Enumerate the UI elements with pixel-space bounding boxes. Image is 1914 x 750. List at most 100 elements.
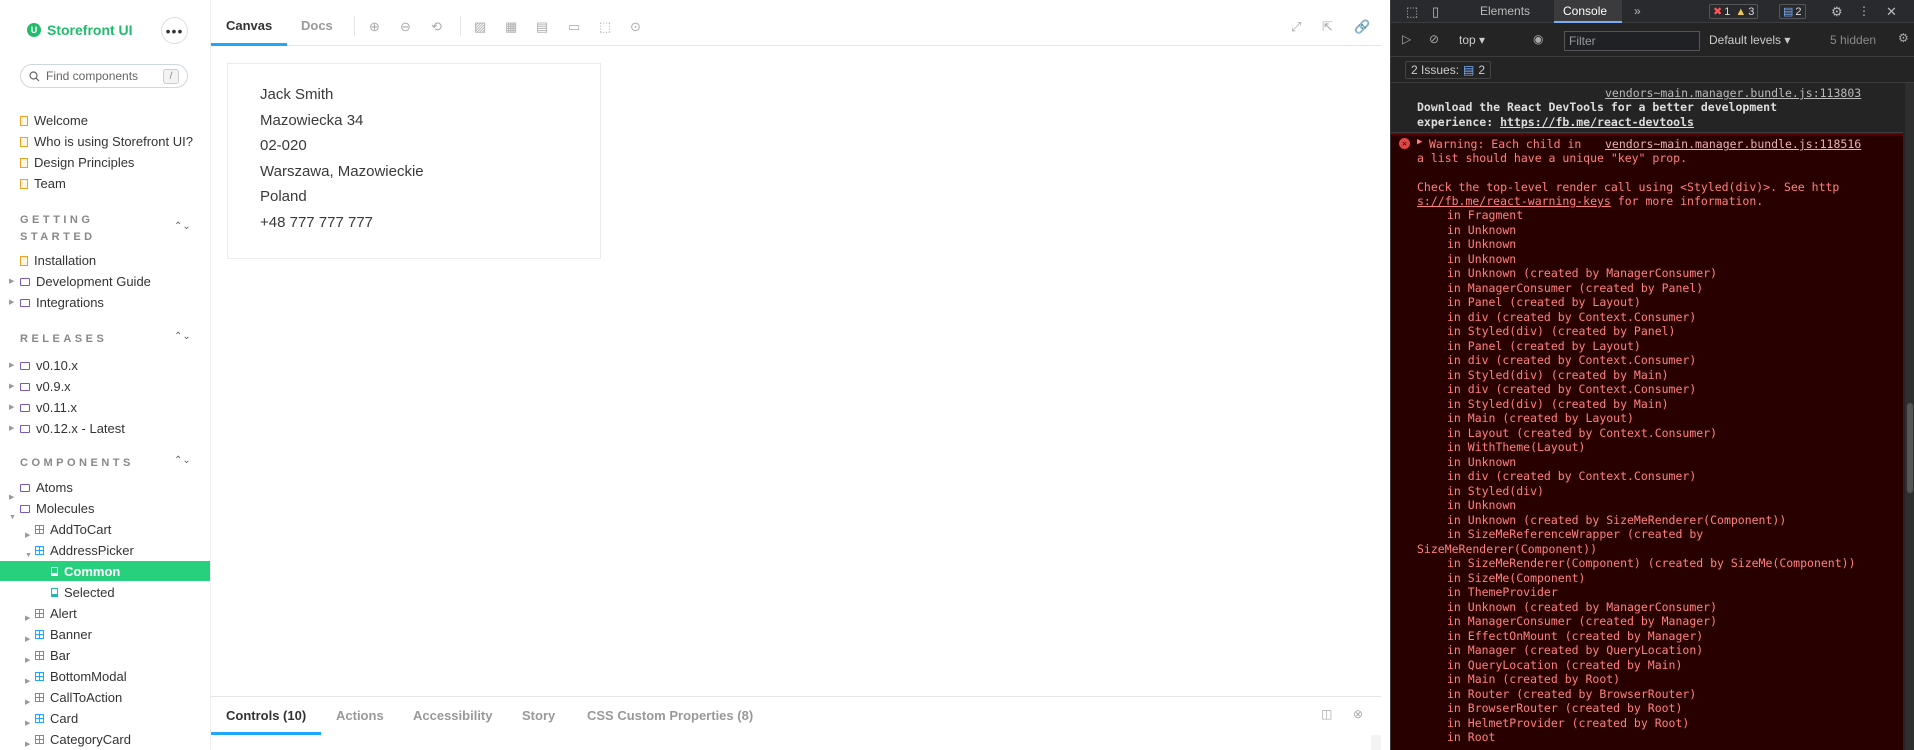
- scrollbar-thumb[interactable]: [1907, 403, 1913, 493]
- scrollbar[interactable]: [1371, 735, 1381, 750]
- copy-link-icon[interactable]: 🔗: [1354, 19, 1370, 35]
- kebab-menu-icon[interactable]: ⋮: [1858, 4, 1870, 18]
- sidebar-item-addtocart[interactable]: AddToCart: [35, 519, 111, 540]
- tab-story[interactable]: Story: [522, 708, 555, 723]
- panel-orientation-icon[interactable]: ◫: [1321, 707, 1332, 721]
- sidebar-item-categorycard[interactable]: CategoryCard: [35, 729, 131, 750]
- address-card[interactable]: Jack Smith Mazowiecka 34 02-020 Warszawa…: [227, 63, 601, 259]
- source-link[interactable]: vendors~main.manager.bundle.js:118516: [1605, 137, 1861, 151]
- stack-line: in div (created by Context.Consumer): [1447, 469, 1697, 483]
- message-icon: ▤: [1463, 63, 1475, 77]
- layout-icon[interactable]: ▭: [568, 19, 580, 35]
- sidebar-item-bottommodal[interactable]: BottomModal: [35, 666, 127, 687]
- stack-line: in div (created by Context.Consumer): [1447, 382, 1697, 396]
- zoom-in-icon[interactable]: ⊕: [369, 19, 380, 35]
- sidebar-item-release[interactable]: v0.10.x: [20, 355, 78, 376]
- warning-icon: ▲: [1735, 5, 1747, 18]
- zoom-reset-icon[interactable]: ⟲: [431, 19, 442, 35]
- sidebar-item-release[interactable]: v0.12.x - Latest: [20, 418, 125, 439]
- devtools-link[interactable]: https://fb.me/react-devtools: [1500, 115, 1694, 129]
- expand-triangle-icon[interactable]: ▶: [1417, 137, 1422, 147]
- background-icon[interactable]: ▨: [474, 19, 486, 35]
- sidebar-item-release[interactable]: v0.9.x: [20, 376, 71, 397]
- sidebar-item-atoms[interactable]: Atoms: [20, 477, 73, 498]
- react-warning-keys-link[interactable]: s://fb.me/react-warning-keys: [1417, 194, 1611, 208]
- device-toolbar-icon[interactable]: ▯: [1432, 4, 1439, 20]
- tab-elements[interactable]: Elements: [1480, 4, 1530, 18]
- sidebar-item-integrations[interactable]: Integrations: [20, 292, 104, 313]
- sidebar-item-calltoaction[interactable]: CallToAction: [35, 687, 122, 708]
- outline-icon[interactable]: ⬚: [599, 19, 611, 35]
- context-value: top: [1459, 33, 1476, 47]
- inspect-icon[interactable]: ⬚: [1406, 4, 1418, 20]
- sidebar-item-bar[interactable]: Bar: [35, 645, 70, 666]
- section-title-releases[interactable]: RELEASES: [20, 331, 107, 348]
- close-icon[interactable]: ⊗: [1353, 707, 1363, 721]
- issues-button[interactable]: 2 Issues: ▤ 2: [1405, 61, 1492, 79]
- sidebar-item-development-guide[interactable]: Development Guide: [20, 271, 151, 292]
- gear-icon[interactable]: ⚙: [1898, 31, 1909, 45]
- sidebar-item-alert[interactable]: Alert: [35, 603, 77, 624]
- sidebar-story-common[interactable]: Common: [51, 561, 120, 582]
- source-link[interactable]: vendors~main.manager.bundle.js:113803: [1605, 86, 1861, 100]
- sidebar-item-label: Atoms: [36, 480, 73, 495]
- sidebar-item-addresspicker[interactable]: AddressPicker: [35, 540, 134, 561]
- eye-icon[interactable]: ◉: [1533, 32, 1543, 46]
- sidebar-item-banner[interactable]: Banner: [35, 624, 92, 645]
- sidebar-item-welcome[interactable]: Welcome: [20, 110, 88, 131]
- sidebar-story-selected[interactable]: Selected: [51, 582, 115, 603]
- sidebar-item-who-is-using[interactable]: Who is using Storefront UI?: [20, 131, 193, 152]
- tab-css-custom-properties[interactable]: CSS Custom Properties (8): [587, 708, 753, 723]
- chevron-right-icon: ▶: [25, 741, 31, 748]
- filter-input[interactable]: Filter: [1564, 31, 1700, 51]
- error-count-badge[interactable]: ✖ 1 ▲ 3: [1709, 4, 1759, 19]
- tab-docs[interactable]: Docs: [301, 18, 333, 33]
- sidebar-item-design-principles[interactable]: Design Principles: [20, 152, 134, 173]
- tab-canvas[interactable]: Canvas: [226, 18, 272, 33]
- expand-collapse-icon[interactable]: ⌃⌄: [174, 221, 191, 232]
- section-title-getting-started[interactable]: GETTING STARTED: [20, 212, 96, 246]
- scrollbar[interactable]: [1905, 83, 1914, 750]
- zoom-out-icon[interactable]: ⊖: [400, 19, 411, 35]
- measure-icon[interactable]: ⊙: [630, 19, 641, 35]
- more-tabs-icon[interactable]: »: [1634, 4, 1641, 18]
- chevron-right-icon: ▶: [25, 699, 31, 706]
- sidebar-item-card[interactable]: Card: [35, 708, 78, 729]
- sidebar-item-molecules[interactable]: Molecules: [20, 498, 95, 519]
- tab-actions[interactable]: Actions: [336, 708, 384, 723]
- toolbar: Canvas Docs ⊕ ⊖ ⟲ ▨ ▦ ▤ ▭ ⬚ ⊙ ⤢ ⇱ 🔗: [211, 0, 1381, 46]
- expand-collapse-icon[interactable]: ⌃⌄: [174, 455, 191, 466]
- sidebar-item-label: Design Principles: [34, 155, 135, 170]
- address-postcode: 02-020: [260, 137, 307, 154]
- sidebar-item-release[interactable]: v0.11.x: [20, 397, 77, 418]
- sidebar-item-team[interactable]: Team: [20, 173, 66, 194]
- grid-icon[interactable]: ▦: [505, 19, 517, 35]
- open-new-tab-icon[interactable]: ⇱: [1322, 19, 1333, 35]
- message-count-badge[interactable]: ▤ 2: [1779, 4, 1806, 19]
- stack-line: in ThemeProvider: [1447, 585, 1558, 599]
- tab-controls[interactable]: Controls (10): [226, 708, 306, 723]
- stack-line: in Unknown: [1447, 251, 1517, 266]
- section-title-line: STARTED: [20, 231, 96, 243]
- clear-console-icon[interactable]: ⊘: [1429, 32, 1439, 46]
- document-icon: [20, 136, 28, 147]
- ellipsis-icon: •••: [165, 22, 184, 39]
- close-icon[interactable]: ✕: [1886, 4, 1897, 20]
- brand-link[interactable]: U Storefront UI: [27, 22, 133, 38]
- log-levels-select[interactable]: Default levels ▾: [1709, 33, 1790, 47]
- sidebar-toggle-icon[interactable]: ▷: [1402, 32, 1411, 46]
- context-select[interactable]: top ▾: [1459, 33, 1485, 47]
- stack-line: in div (created by Context.Consumer): [1447, 309, 1697, 324]
- more-options-button[interactable]: •••: [161, 17, 188, 44]
- tab-accessibility[interactable]: Accessibility: [413, 708, 493, 723]
- fullscreen-icon[interactable]: ⤢: [1291, 19, 1301, 35]
- tab-console[interactable]: Console: [1563, 4, 1607, 18]
- expand-collapse-icon[interactable]: ⌃⌄: [174, 331, 191, 342]
- sidebar-item-installation[interactable]: Installation: [20, 250, 96, 271]
- bookmark-icon: [51, 588, 58, 597]
- gear-icon[interactable]: ⚙: [1831, 4, 1843, 20]
- section-title-components[interactable]: COMPONENTS: [20, 455, 134, 472]
- component-icon: [35, 546, 44, 555]
- viewport-icon[interactable]: ▤: [536, 19, 548, 35]
- search-input[interactable]: Find components /: [20, 64, 188, 88]
